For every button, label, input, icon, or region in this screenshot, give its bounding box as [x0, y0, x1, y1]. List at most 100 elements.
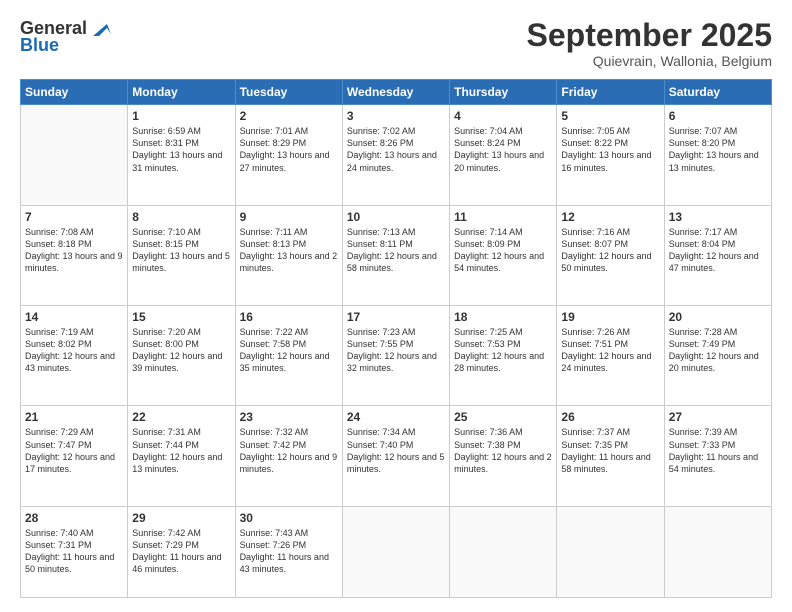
day-number: 10 [347, 210, 445, 224]
cell-info: Sunrise: 7:42 AMSunset: 7:29 PMDaylight:… [132, 527, 230, 576]
calendar-cell: 24 Sunrise: 7:34 AMSunset: 7:40 PMDayligh… [342, 406, 449, 506]
cell-info: Sunrise: 7:07 AMSunset: 8:20 PMDaylight:… [669, 125, 767, 174]
day-number: 9 [240, 210, 338, 224]
day-number: 21 [25, 410, 123, 424]
cell-info: Sunrise: 7:01 AMSunset: 8:29 PMDaylight:… [240, 125, 338, 174]
calendar-cell [557, 506, 664, 597]
calendar-cell: 1 Sunrise: 6:59 AMSunset: 8:31 PMDaylight… [128, 105, 235, 205]
subtitle: Quievrain, Wallonia, Belgium [527, 53, 772, 69]
calendar-cell: 28 Sunrise: 7:40 AMSunset: 7:31 PMDayligh… [21, 506, 128, 597]
day-number: 12 [561, 210, 659, 224]
day-number: 24 [347, 410, 445, 424]
header: General Blue September 2025 Quievrain, W… [20, 18, 772, 69]
day-number: 7 [25, 210, 123, 224]
cell-info: Sunrise: 7:02 AMSunset: 8:26 PMDaylight:… [347, 125, 445, 174]
cell-info: Sunrise: 6:59 AMSunset: 8:31 PMDaylight:… [132, 125, 230, 174]
calendar-cell: 13 Sunrise: 7:17 AMSunset: 8:04 PMDayligh… [664, 205, 771, 305]
page: General Blue September 2025 Quievrain, W… [0, 0, 792, 612]
day-number: 13 [669, 210, 767, 224]
cell-info: Sunrise: 7:34 AMSunset: 7:40 PMDaylight:… [347, 426, 445, 475]
day-number: 15 [132, 310, 230, 324]
cell-info: Sunrise: 7:17 AMSunset: 8:04 PMDaylight:… [669, 226, 767, 275]
day-number: 26 [561, 410, 659, 424]
cell-info: Sunrise: 7:13 AMSunset: 8:11 PMDaylight:… [347, 226, 445, 275]
cell-info: Sunrise: 7:43 AMSunset: 7:26 PMDaylight:… [240, 527, 338, 576]
calendar-cell [342, 506, 449, 597]
cell-info: Sunrise: 7:04 AMSunset: 8:24 PMDaylight:… [454, 125, 552, 174]
cell-info: Sunrise: 7:16 AMSunset: 8:07 PMDaylight:… [561, 226, 659, 275]
cell-info: Sunrise: 7:31 AMSunset: 7:44 PMDaylight:… [132, 426, 230, 475]
cell-info: Sunrise: 7:40 AMSunset: 7:31 PMDaylight:… [25, 527, 123, 576]
calendar-cell [21, 105, 128, 205]
cell-info: Sunrise: 7:39 AMSunset: 7:33 PMDaylight:… [669, 426, 767, 475]
weekday-header-row: SundayMondayTuesdayWednesdayThursdayFrid… [21, 80, 772, 105]
calendar-cell: 3 Sunrise: 7:02 AMSunset: 8:26 PMDaylight… [342, 105, 449, 205]
calendar-cell: 16 Sunrise: 7:22 AMSunset: 7:58 PMDayligh… [235, 306, 342, 406]
cell-info: Sunrise: 7:28 AMSunset: 7:49 PMDaylight:… [669, 326, 767, 375]
cell-info: Sunrise: 7:37 AMSunset: 7:35 PMDaylight:… [561, 426, 659, 475]
calendar-cell: 14 Sunrise: 7:19 AMSunset: 8:02 PMDayligh… [21, 306, 128, 406]
calendar-cell: 22 Sunrise: 7:31 AMSunset: 7:44 PMDayligh… [128, 406, 235, 506]
weekday-header-sunday: Sunday [21, 80, 128, 105]
day-number: 29 [132, 511, 230, 525]
calendar-cell: 29 Sunrise: 7:42 AMSunset: 7:29 PMDayligh… [128, 506, 235, 597]
logo-icon [89, 20, 111, 38]
day-number: 20 [669, 310, 767, 324]
weekday-header-monday: Monday [128, 80, 235, 105]
calendar-cell: 6 Sunrise: 7:07 AMSunset: 8:20 PMDaylight… [664, 105, 771, 205]
day-number: 1 [132, 109, 230, 123]
cell-info: Sunrise: 7:05 AMSunset: 8:22 PMDaylight:… [561, 125, 659, 174]
day-number: 16 [240, 310, 338, 324]
calendar-cell [664, 506, 771, 597]
logo-blue-text: Blue [20, 35, 59, 56]
calendar-cell: 9 Sunrise: 7:11 AMSunset: 8:13 PMDaylight… [235, 205, 342, 305]
calendar-cell: 11 Sunrise: 7:14 AMSunset: 8:09 PMDayligh… [450, 205, 557, 305]
day-number: 3 [347, 109, 445, 123]
cell-info: Sunrise: 7:14 AMSunset: 8:09 PMDaylight:… [454, 226, 552, 275]
weekday-header-saturday: Saturday [664, 80, 771, 105]
calendar-cell: 27 Sunrise: 7:39 AMSunset: 7:33 PMDayligh… [664, 406, 771, 506]
day-number: 23 [240, 410, 338, 424]
month-title: September 2025 [527, 18, 772, 53]
day-number: 8 [132, 210, 230, 224]
day-number: 11 [454, 210, 552, 224]
day-number: 28 [25, 511, 123, 525]
weekday-header-tuesday: Tuesday [235, 80, 342, 105]
day-number: 18 [454, 310, 552, 324]
day-number: 6 [669, 109, 767, 123]
day-number: 30 [240, 511, 338, 525]
day-number: 19 [561, 310, 659, 324]
calendar-cell: 4 Sunrise: 7:04 AMSunset: 8:24 PMDaylight… [450, 105, 557, 205]
week-row-3: 14 Sunrise: 7:19 AMSunset: 8:02 PMDayligh… [21, 306, 772, 406]
calendar-cell: 18 Sunrise: 7:25 AMSunset: 7:53 PMDayligh… [450, 306, 557, 406]
calendar-cell: 23 Sunrise: 7:32 AMSunset: 7:42 PMDayligh… [235, 406, 342, 506]
calendar-cell: 20 Sunrise: 7:28 AMSunset: 7:49 PMDayligh… [664, 306, 771, 406]
calendar-cell: 30 Sunrise: 7:43 AMSunset: 7:26 PMDayligh… [235, 506, 342, 597]
day-number: 14 [25, 310, 123, 324]
logo: General Blue [20, 18, 111, 56]
cell-info: Sunrise: 7:22 AMSunset: 7:58 PMDaylight:… [240, 326, 338, 375]
calendar-cell: 10 Sunrise: 7:13 AMSunset: 8:11 PMDayligh… [342, 205, 449, 305]
calendar-cell [450, 506, 557, 597]
calendar-cell: 19 Sunrise: 7:26 AMSunset: 7:51 PMDayligh… [557, 306, 664, 406]
calendar-cell: 15 Sunrise: 7:20 AMSunset: 8:00 PMDayligh… [128, 306, 235, 406]
cell-info: Sunrise: 7:10 AMSunset: 8:15 PMDaylight:… [132, 226, 230, 275]
cell-info: Sunrise: 7:11 AMSunset: 8:13 PMDaylight:… [240, 226, 338, 275]
day-number: 22 [132, 410, 230, 424]
cell-info: Sunrise: 7:36 AMSunset: 7:38 PMDaylight:… [454, 426, 552, 475]
day-number: 4 [454, 109, 552, 123]
day-number: 17 [347, 310, 445, 324]
cell-info: Sunrise: 7:26 AMSunset: 7:51 PMDaylight:… [561, 326, 659, 375]
calendar-cell: 8 Sunrise: 7:10 AMSunset: 8:15 PMDaylight… [128, 205, 235, 305]
cell-info: Sunrise: 7:32 AMSunset: 7:42 PMDaylight:… [240, 426, 338, 475]
day-number: 27 [669, 410, 767, 424]
calendar-cell: 25Sunrise: 7:36 AMSunset: 7:38 PMDayligh… [450, 406, 557, 506]
calendar-cell: 7 Sunrise: 7:08 AMSunset: 8:18 PMDaylight… [21, 205, 128, 305]
calendar-cell: 17Sunrise: 7:23 AMSunset: 7:55 PMDayligh… [342, 306, 449, 406]
cell-info: Sunrise: 7:25 AMSunset: 7:53 PMDaylight:… [454, 326, 552, 375]
cell-info: Sunrise: 7:08 AMSunset: 8:18 PMDaylight:… [25, 226, 123, 275]
calendar-cell: 26 Sunrise: 7:37 AMSunset: 7:35 PMDayligh… [557, 406, 664, 506]
week-row-2: 7 Sunrise: 7:08 AMSunset: 8:18 PMDaylight… [21, 205, 772, 305]
cell-info: Sunrise: 7:20 AMSunset: 8:00 PMDaylight:… [132, 326, 230, 375]
cell-info: Sunrise: 7:19 AMSunset: 8:02 PMDaylight:… [25, 326, 123, 375]
